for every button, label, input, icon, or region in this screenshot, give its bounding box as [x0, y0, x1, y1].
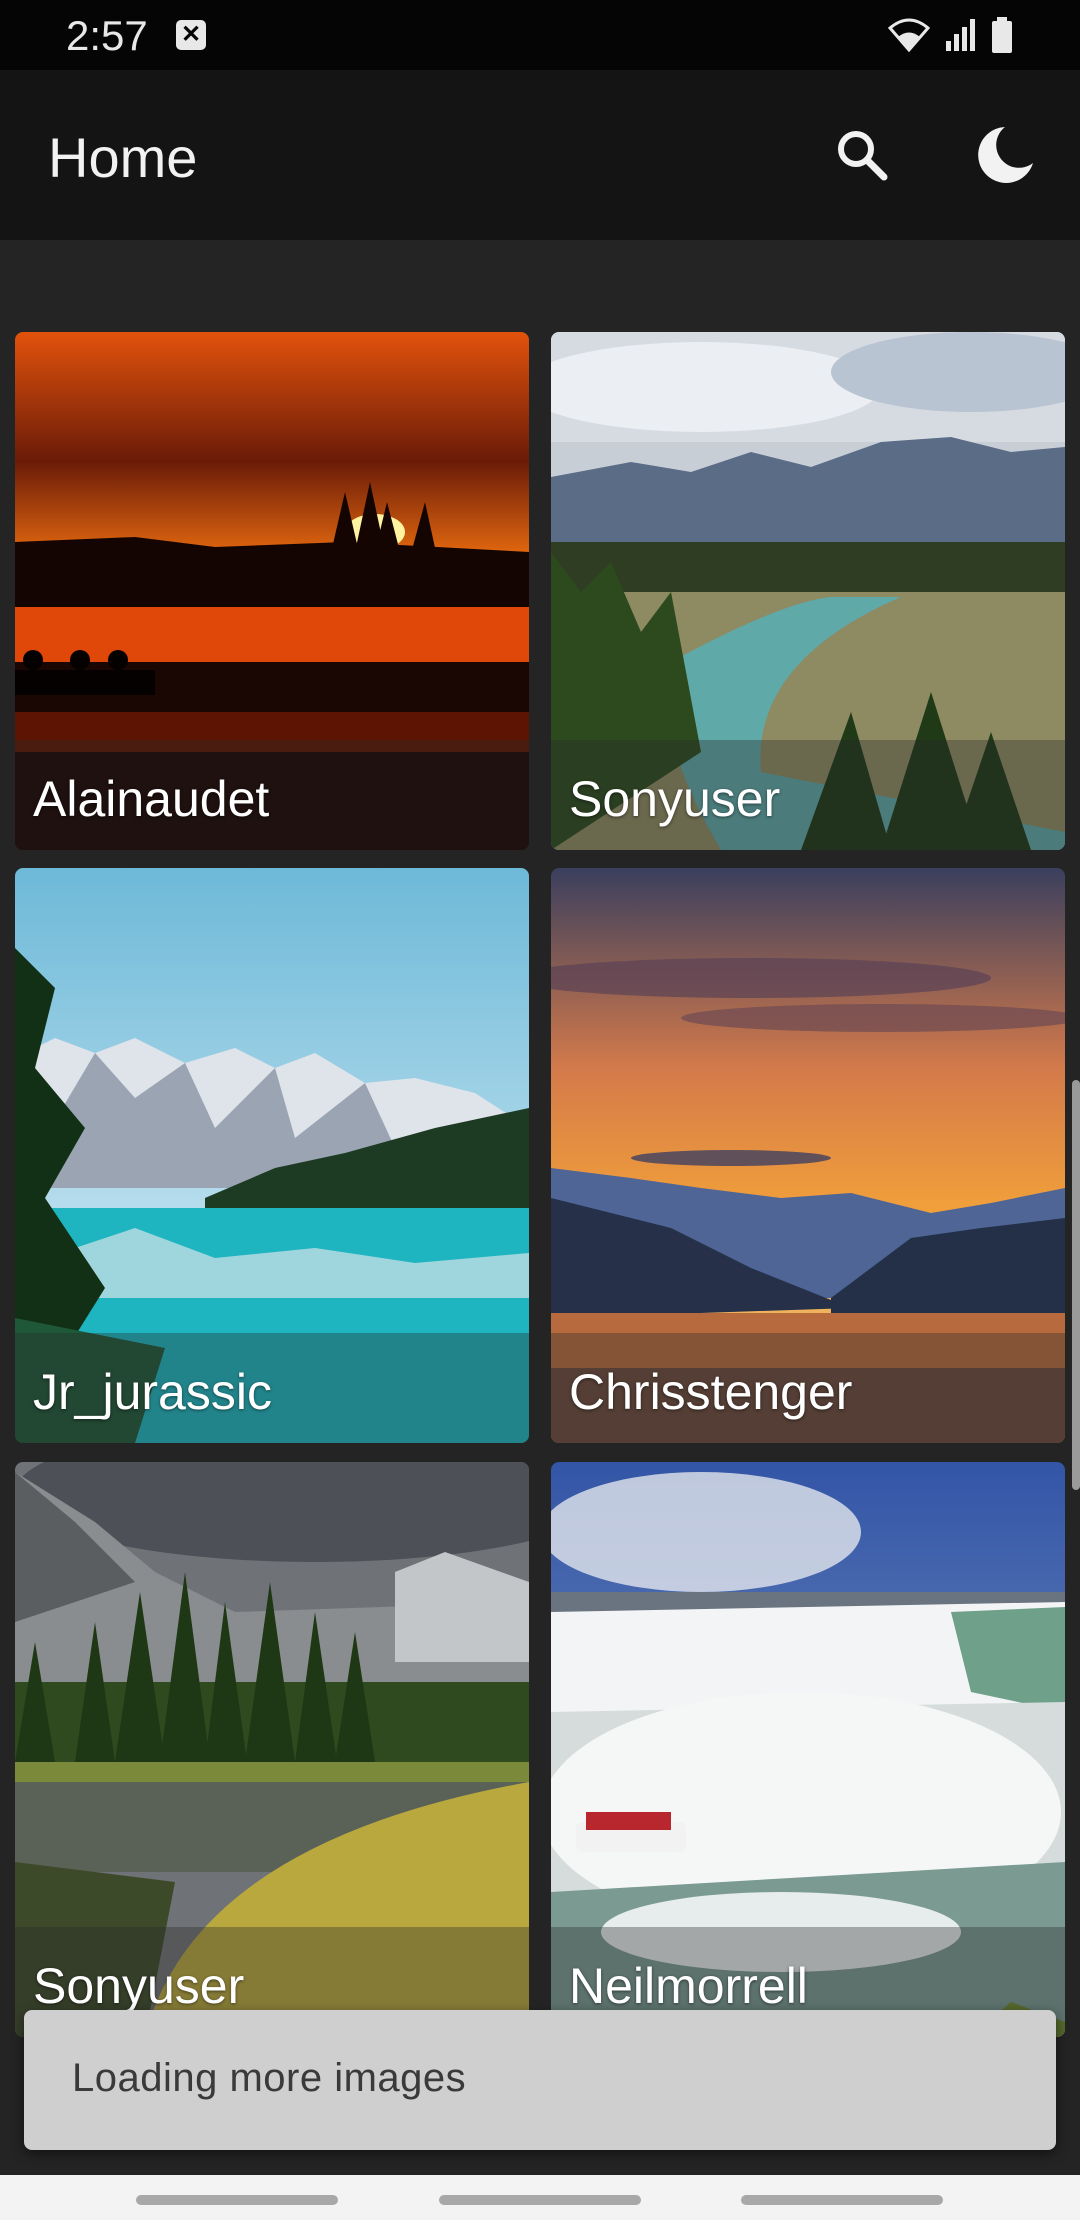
photo-card[interactable]: Neilmorrell [551, 1462, 1065, 2037]
photo-caption: Chrisstenger [551, 1333, 1065, 1443]
photo-card[interactable]: Alainaudet [15, 332, 529, 850]
photo-card[interactable]: Sonyuser [551, 332, 1065, 850]
navigation-bar [0, 2175, 1080, 2220]
signal-icon [946, 19, 975, 51]
app-bar: Home [0, 70, 1080, 240]
photo-card[interactable]: Sonyuser [15, 1462, 529, 2037]
nav-handle[interactable] [136, 2195, 338, 2205]
status-time: 2:57 [66, 12, 148, 59]
photo-author: Chrisstenger [569, 1364, 853, 1420]
status-bar: 2:57 ✕ [0, 0, 1080, 70]
photo-author: Sonyuser [569, 771, 781, 827]
nav-handle[interactable] [741, 2195, 943, 2205]
photo-card[interactable]: Chrisstenger [551, 868, 1065, 1443]
nav-handle[interactable] [439, 2195, 641, 2205]
scrollbar[interactable] [1072, 1080, 1080, 1490]
status-icons [886, 14, 1014, 56]
photo-card[interactable]: Jr_jurassic [15, 868, 529, 1443]
dark-mode-button[interactable] [963, 115, 1043, 195]
photo-author: Neilmorrell [569, 1958, 808, 2014]
snackbar-message: Loading more images [72, 2056, 467, 2100]
battery-icon [992, 17, 1012, 53]
photo-author: Sonyuser [33, 1958, 245, 2014]
photo-caption: Jr_jurassic [15, 1333, 529, 1443]
search-icon [838, 131, 888, 181]
photo-author: Jr_jurassic [33, 1364, 272, 1420]
page-title: Home [48, 126, 198, 189]
photo-caption: Sonyuser [551, 740, 1065, 850]
wifi-icon [887, 18, 931, 53]
photo-grid[interactable]: Alainaudet Sonyuser Jr_jurassic Chrisste… [0, 240, 1080, 2175]
x-box-icon: ✕ [176, 20, 206, 50]
snackbar: Loading more images [24, 2010, 1056, 2150]
photo-author: Alainaudet [33, 771, 270, 827]
photo-caption: Alainaudet [15, 740, 529, 850]
search-button[interactable] [822, 115, 902, 195]
moon-icon [978, 127, 1033, 183]
